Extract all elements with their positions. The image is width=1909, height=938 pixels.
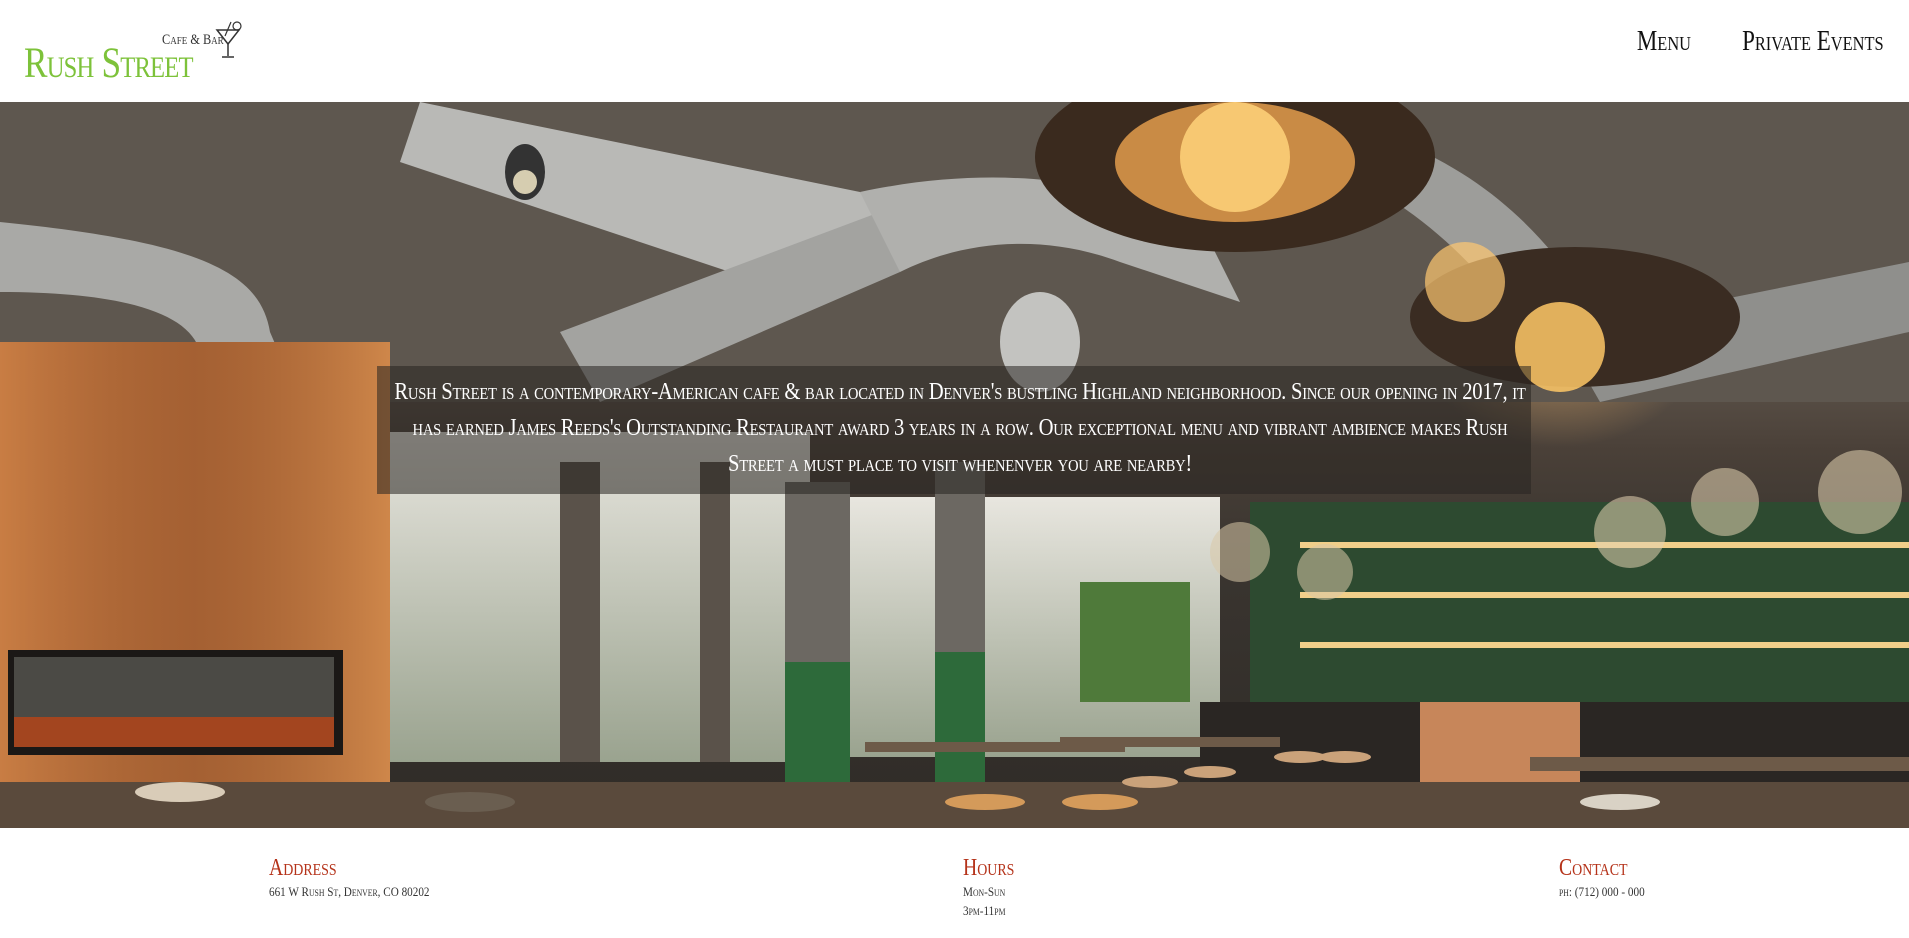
hero-caption-box: Rush Street is a contemporary-American c…: [377, 366, 1531, 494]
nav-menu-link[interactable]: Menu: [1637, 24, 1691, 60]
site-header: Rush Street Cafe & Bar Menu Private Even…: [0, 0, 1909, 102]
site-footer: Address 661 W Rush St, Denver, CO 80202 …: [0, 828, 1909, 938]
hero-caption-text: Rush Street is a contemporary-American c…: [394, 379, 1526, 477]
hours-days: Mon-Sun: [963, 884, 1006, 899]
brand-logo[interactable]: Rush Street Cafe & Bar: [24, 18, 254, 88]
address-text: 661 W Rush St, Denver, CO 80202: [269, 884, 430, 899]
main-nav: Menu Private Events: [1625, 24, 1884, 60]
address-heading: Address: [269, 855, 337, 881]
hours-times: 3pm-11pm: [963, 903, 1006, 918]
nav-private-events-link[interactable]: Private Events: [1742, 24, 1884, 60]
address-block: Address 661 W Rush St, Denver, CO 80202: [269, 854, 456, 901]
contact-phone: ph: (712) 000 - 000: [1559, 884, 1645, 899]
cocktail-glass-icon: [215, 21, 242, 58]
hours-block: Hours Mon-Sun 3pm-11pm: [963, 854, 1026, 920]
contact-block: Contact ph: (712) 000 - 000: [1559, 854, 1659, 901]
hours-heading: Hours: [963, 855, 1015, 881]
hero-banner: Rush Street is a contemporary-American c…: [0, 102, 1909, 828]
contact-heading: Contact: [1559, 855, 1628, 881]
